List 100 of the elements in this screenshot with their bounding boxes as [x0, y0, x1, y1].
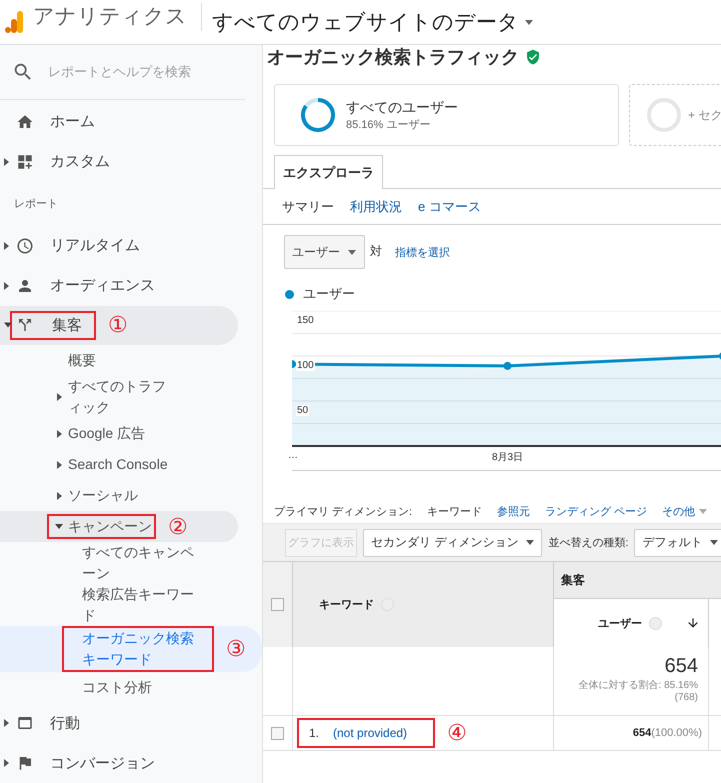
nav-label: すべてのキャンペーン: [82, 543, 194, 584]
nav-item[interactable]: 検索広告キーワード: [0, 584, 262, 626]
nav-item[interactable]: カスタム: [0, 142, 262, 182]
product-name: アナリティクス: [33, 3, 202, 31]
sort-arrow-icon[interactable]: [686, 616, 700, 630]
add-segment-card[interactable]: + セク: [629, 84, 721, 146]
column-header[interactable]: ユーザー: [598, 616, 642, 630]
empty-ring-icon: [647, 98, 681, 132]
caret-down-icon: [348, 250, 356, 254]
nav-item[interactable]: Google 広告: [0, 418, 262, 450]
nav-label: 概要: [68, 351, 96, 370]
caret-down-icon[interactable]: [4, 322, 12, 328]
nav-label: コスト分析: [82, 678, 152, 698]
keyword-link[interactable]: (not provided): [333, 726, 408, 740]
dimension-option[interactable]: 参照元: [497, 504, 530, 518]
callout-number: ④: [447, 720, 467, 746]
tab[interactable]: エクスプローラ: [274, 155, 383, 189]
nav-label: 検索広告キーワード: [82, 585, 194, 626]
nav-item[interactable]: すべてのキャンペーン: [0, 542, 262, 584]
caret-down-icon: [699, 508, 708, 514]
legend-label: ユーザー: [303, 285, 355, 303]
segment-card[interactable]: すべてのユーザー 85.16% ユーザー: [274, 84, 619, 146]
nav-label: ソーシャル: [68, 486, 138, 506]
nav-label: オーディエンス: [50, 276, 155, 296]
nav-icon: [16, 152, 34, 171]
nav-icon: [16, 236, 34, 255]
caret-right-icon[interactable]: [4, 242, 9, 250]
page-title: オーガニック検索トラフィック: [267, 46, 519, 68]
nav-item[interactable]: コスト分析: [0, 672, 262, 704]
segment-detail: 85.16% ユーザー: [346, 118, 432, 132]
caret-right-icon[interactable]: [57, 393, 62, 402]
callout-number: ②: [168, 514, 188, 540]
caret-right-icon[interactable]: [57, 430, 62, 438]
sort-type-dropdown[interactable]: デフォルト: [634, 528, 721, 556]
callout-number: ①: [108, 312, 128, 338]
sort-type-label: 並べ替えの種類:: [548, 536, 628, 550]
caret-down-icon: [526, 540, 534, 545]
versus-label: 対: [370, 243, 382, 260]
column-group-header: 集客: [561, 572, 585, 588]
axis-tick-label: 150: [296, 315, 315, 326]
caret-right-icon[interactable]: [4, 759, 9, 767]
secondary-dimension-dropdown[interactable]: セカンダリ ディメンション: [363, 528, 542, 556]
segment-name: すべてのユーザー: [346, 98, 458, 116]
data-point: [504, 362, 512, 370]
nav-label: すべてのトラフィック: [68, 377, 167, 418]
nav-item[interactable]: 概要: [0, 345, 262, 376]
nav-item[interactable]: 集客 ①: [0, 306, 238, 346]
users-value: 654(100.00%): [632, 727, 702, 739]
subtab[interactable]: サマリー: [282, 198, 334, 216]
nav-label: 集客: [52, 316, 82, 335]
property-selector[interactable]: すべてのウェブサイトのデータ: [212, 8, 533, 36]
dimension-option[interactable]: キーワード: [427, 504, 482, 518]
axis-tick-label: 50: [296, 405, 310, 416]
dimension-option[interactable]: ランディング ページ: [545, 504, 648, 518]
nav-icon: [16, 112, 34, 131]
nav-label: ホーム: [50, 112, 95, 132]
total-value: 654: [664, 655, 698, 678]
axis-overflow-label: …: [288, 450, 298, 461]
nav-item[interactable]: すべてのトラフィック: [0, 376, 262, 418]
axis-date-label: 8月3日: [492, 451, 524, 464]
total-count: (768): [674, 692, 698, 703]
axis-tick-label: 100: [296, 360, 315, 371]
add-segment-label: + セク: [688, 106, 721, 124]
nav-label: カスタム: [50, 152, 110, 172]
nav-label: 行動: [50, 714, 80, 733]
select-all-checkbox[interactable]: [271, 598, 284, 611]
subtab[interactable]: e コマース: [418, 198, 481, 216]
caret-right-icon[interactable]: [57, 492, 62, 500]
nav-label: Google 広告: [68, 424, 146, 444]
caret-right-icon[interactable]: [4, 719, 9, 728]
logo-icon: [5, 11, 23, 33]
callout-number: ③: [226, 636, 246, 662]
total-share: 全体に対する割合: 85.16%: [578, 678, 698, 692]
choose-metric-link[interactable]: 指標を選択: [395, 244, 450, 260]
nav-item[interactable]: コンバージョン: [0, 743, 262, 783]
nav-item[interactable]: キャンペーン ②: [0, 511, 238, 542]
caret-right-icon[interactable]: [57, 460, 62, 469]
dimension-option[interactable]: その他: [662, 504, 708, 518]
caret-down-icon: [525, 20, 533, 24]
column-header[interactable]: キーワード: [319, 597, 374, 612]
nav-item[interactable]: オーガニック検索キーワード ③: [0, 626, 262, 672]
section-label: レポート: [13, 197, 59, 212]
caret-right-icon[interactable]: [4, 282, 9, 290]
metric-dropdown[interactable]: ユーザー: [284, 235, 365, 269]
nav-item[interactable]: オーディエンス: [0, 266, 262, 306]
nav-label: コンバージョン: [50, 754, 155, 772]
row-number: 1.: [309, 726, 320, 740]
nav-item[interactable]: リアルタイム: [0, 226, 262, 266]
nav-label: オーガニック検索キーワード: [82, 629, 194, 670]
caret-down-icon: [710, 540, 718, 545]
data-point: [292, 360, 296, 368]
nav-item[interactable]: ホーム: [0, 102, 262, 142]
caret-down-icon[interactable]: [55, 524, 63, 530]
nav-item[interactable]: 行動: [0, 703, 262, 744]
caret-right-icon[interactable]: [4, 158, 9, 166]
nav-item[interactable]: ソーシャル: [0, 480, 262, 512]
subtab[interactable]: 利用状況: [350, 198, 402, 216]
nav-item[interactable]: Search Console: [0, 449, 262, 480]
primary-dimension-label: プライマリ ディメンション:: [274, 504, 412, 518]
row-checkbox[interactable]: [271, 726, 284, 740]
